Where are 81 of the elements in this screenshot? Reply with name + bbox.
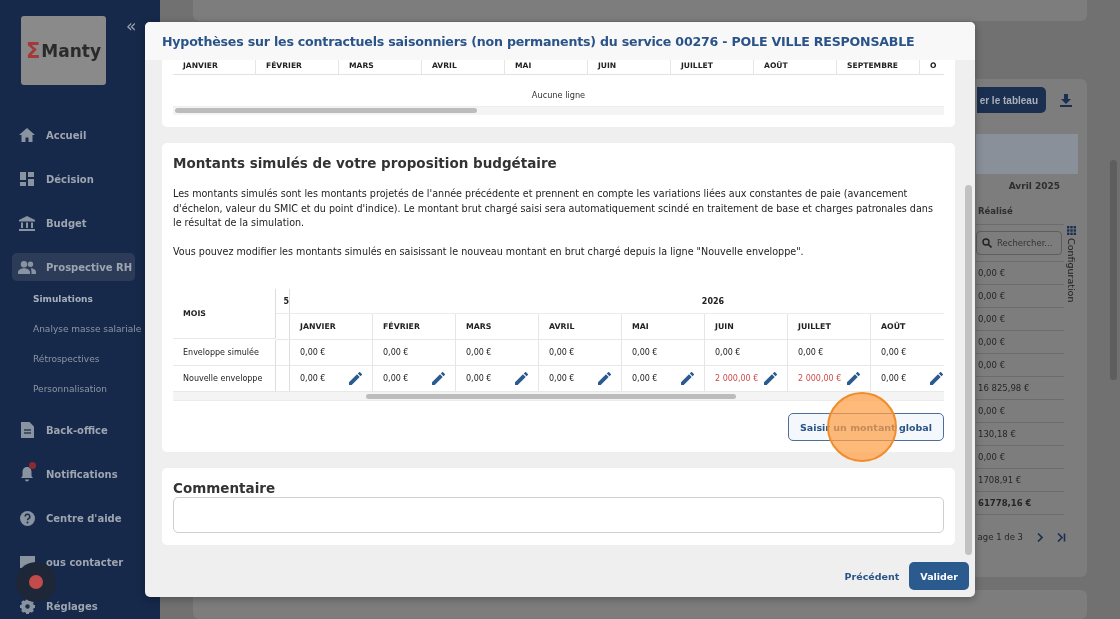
- bell-icon: [20, 466, 34, 482]
- nav-item[interactable]: Centre d'aide: [12, 504, 135, 532]
- table-cell: 0,00 €: [881, 348, 907, 358]
- scrollbar[interactable]: [175, 108, 477, 113]
- description-text: Les montants simulés sont les montants projetés de l'année précédente et prennent en compte les variations liées aux constantes de paie (avancement d'échelon, valeur du SMIC et du point d'indice). Le montant brut chargé saisi sera automatiquement scindé en traitement de base et charges patronales dans le résultat de la simulation.: [173, 187, 934, 231]
- table-cell-text: 61778,16 €: [977, 498, 1032, 509]
- pencil-icon[interactable]: [847, 372, 860, 386]
- nav-item[interactable]: Décision: [12, 165, 135, 193]
- next-page-icon[interactable]: [1037, 532, 1043, 542]
- table-cell: 2 000,00 €: [715, 374, 759, 384]
- download-icon[interactable]: [1060, 93, 1072, 107]
- export-button[interactable]: er le tableau: [976, 87, 1046, 114]
- previous-link[interactable]: Précédent: [842, 570, 902, 582]
- table-cell-text: 0,00 €: [977, 337, 1006, 348]
- pagination-text: age 1 de 3: [977, 532, 1023, 543]
- comment-heading: Commentaire: [173, 480, 277, 497]
- logo[interactable]: ΣManty: [21, 16, 106, 85]
- nav-item[interactable]: Budget: [12, 209, 135, 237]
- home-icon: [19, 128, 35, 142]
- table-cell: 0,00 €: [549, 374, 575, 384]
- search-icon: [982, 238, 992, 249]
- nav-item[interactable]: Accueil: [12, 121, 135, 149]
- nav-item[interactable]: Back-office: [12, 416, 135, 444]
- help-icon: [19, 510, 35, 526]
- table-cell-text: 1708,91 €: [977, 475, 1022, 486]
- table-cell: 0,00 €: [798, 348, 824, 358]
- table-cell: 0,00 €: [881, 374, 907, 384]
- column-subheader: Réalisé: [978, 206, 1013, 217]
- pencil-icon[interactable]: [681, 372, 694, 386]
- description-text: Vous pouvez modifier les montants simulés en saisissant le nouveau montant en brut chargé depuis la ligne "Nouvelle enveloppe".: [173, 244, 805, 259]
- grid-icon[interactable]: [1066, 226, 1076, 236]
- comment-field[interactable]: [173, 497, 944, 534]
- document-icon: [20, 422, 34, 438]
- table-cell: 0,00 €: [300, 374, 326, 384]
- pencil-icon[interactable]: [432, 372, 445, 386]
- pencil-icon[interactable]: [598, 372, 611, 386]
- table-cell-text: 0,00 €: [977, 268, 1006, 279]
- nav-subitem[interactable]: Rétrospectives: [33, 344, 100, 374]
- table-cell: 0,00 €: [715, 348, 741, 358]
- table-cell-text: 0,00 €: [977, 452, 1006, 463]
- collapse-button[interactable]: «: [126, 18, 137, 34]
- table-cell: 0,00 €: [300, 348, 326, 358]
- table-cell: 0,00 €: [549, 348, 575, 358]
- pencil-icon[interactable]: [515, 372, 528, 386]
- year-header: 2026: [701, 296, 725, 306]
- submit-button[interactable]: Valider: [909, 562, 969, 590]
- table-cell: 0,00 €: [466, 348, 492, 358]
- nav-subitem[interactable]: Analyse masse salariale: [33, 314, 142, 344]
- configuration-tab[interactable]: Configuration: [1065, 238, 1077, 303]
- row-label: Nouvelle enveloppe: [183, 374, 263, 384]
- bank-icon: [19, 215, 35, 231]
- table-cell-text: 0,00 €: [977, 360, 1006, 371]
- table-cell-text: 0,00 €: [977, 314, 1006, 325]
- nav-subitem[interactable]: Personnalisation: [33, 374, 107, 404]
- people-icon: [18, 260, 36, 274]
- scrollbar[interactable]: [965, 185, 972, 555]
- last-page-icon[interactable]: [1057, 532, 1066, 542]
- row-label: Enveloppe simulée: [183, 348, 259, 358]
- scrollbar[interactable]: [366, 394, 736, 400]
- table-cell-text: 16 825,98 €: [977, 383, 1030, 394]
- table-cell: 0,00 €: [383, 348, 409, 358]
- table-cell-text: 0,00 €: [977, 406, 1006, 417]
- section-heading: Montants simulés de votre proposition budgétaire: [173, 155, 558, 171]
- column-header: Avril 2025: [1008, 181, 1060, 192]
- search-field[interactable]: Rechercher...: [976, 231, 1062, 256]
- pencil-icon[interactable]: [764, 372, 777, 386]
- table-cell-text: 130,18 €: [977, 429, 1016, 440]
- dialog-title: Hypothèses sur les contractuels saisonniers (non permanents) du service 00276 - POLE VILLE RESPONSABLE: [145, 22, 975, 60]
- pencil-icon[interactable]: [349, 372, 362, 386]
- table-cell: 0,00 €: [632, 348, 658, 358]
- table-cell: 2 000,00 €: [798, 374, 842, 384]
- column-header: 5: [283, 296, 289, 306]
- nav-subitem[interactable]: Simulations: [33, 284, 93, 314]
- table-cell-text: 0,00 €: [977, 291, 1006, 302]
- nav-item[interactable]: Notifications: [12, 460, 135, 488]
- pencil-icon[interactable]: [930, 372, 943, 386]
- dashboard-icon: [20, 172, 34, 186]
- table-cell: 0,00 €: [632, 374, 658, 384]
- nav-item[interactable]: Prospective RH: [12, 253, 135, 281]
- table-cell: 0,00 €: [466, 374, 492, 384]
- table-cell: 0,00 €: [383, 374, 409, 384]
